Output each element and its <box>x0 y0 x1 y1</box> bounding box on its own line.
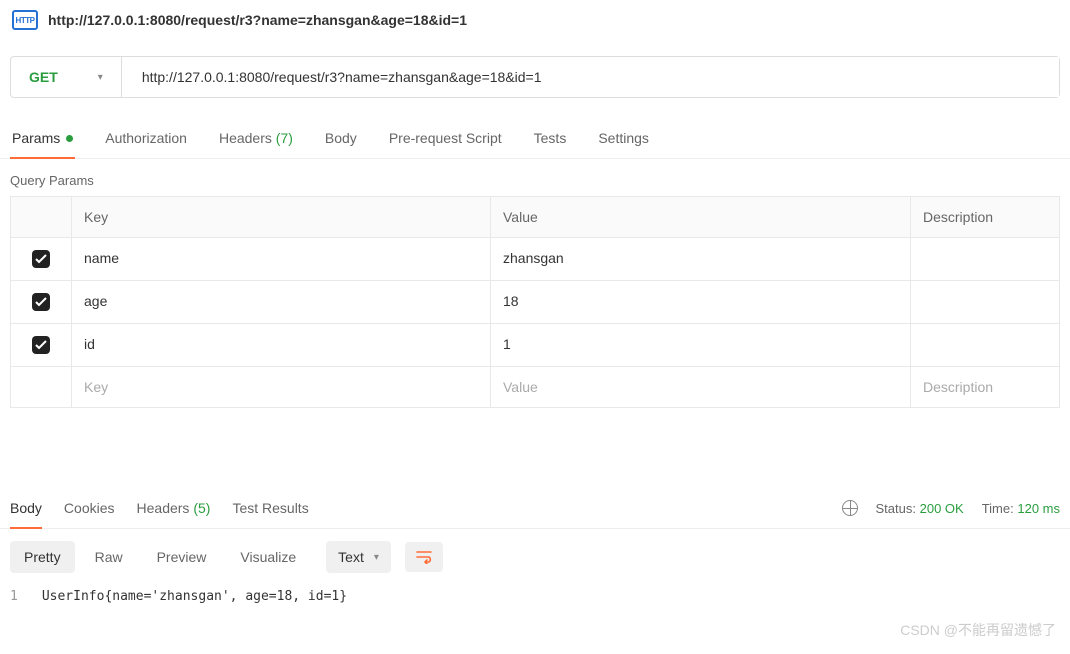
param-value[interactable]: zhansgan <box>491 238 911 280</box>
http-icon: HTTP <box>12 10 38 30</box>
response-tabs: Body Cookies Headers (5) Test Results <box>10 488 309 528</box>
body-toolbar: Pretty Raw Preview Visualize Text ▾ <box>0 529 1070 585</box>
response-content: UserInfo{name='zhansgan', age=18, id=1} <box>42 589 347 604</box>
format-select[interactable]: Text ▾ <box>326 541 391 573</box>
col-check-header <box>11 197 71 237</box>
query-params-label: Query Params <box>0 159 1070 196</box>
row-check[interactable] <box>11 324 71 366</box>
checkbox-checked-icon <box>32 293 50 311</box>
watermark: CSDN @不能再留遗憾了 <box>900 620 1056 640</box>
param-desc[interactable] <box>911 238 1059 280</box>
checkbox-checked-icon <box>32 336 50 354</box>
view-visualize[interactable]: Visualize <box>226 541 310 573</box>
chevron-down-icon: ▾ <box>374 552 379 563</box>
response-tab-headers[interactable]: Headers (5) <box>137 488 211 528</box>
table-row-new: Key Value Description <box>11 367 1059 408</box>
view-preview[interactable]: Preview <box>143 541 221 573</box>
view-raw[interactable]: Raw <box>81 541 137 573</box>
param-key-placeholder[interactable]: Key <box>71 367 491 407</box>
response-body[interactable]: 1 UserInfo{name='zhansgan', age=18, id=1… <box>0 585 1070 618</box>
request-title-text: http://127.0.0.1:8080/request/r3?name=zh… <box>48 12 467 28</box>
tab-tests[interactable]: Tests <box>532 118 569 158</box>
row-check-empty <box>11 367 71 407</box>
tab-authorization[interactable]: Authorization <box>103 118 189 158</box>
tab-params[interactable]: Params <box>10 118 75 158</box>
tab-headers[interactable]: Headers (7) <box>217 118 295 158</box>
param-desc[interactable] <box>911 281 1059 323</box>
wrap-lines-button[interactable] <box>405 542 443 572</box>
param-value[interactable]: 1 <box>491 324 911 366</box>
response-tab-body[interactable]: Body <box>10 488 42 528</box>
row-check[interactable] <box>11 281 71 323</box>
status-meta[interactable]: Status: 200 OK <box>876 501 964 516</box>
status-label: Status: <box>876 501 916 516</box>
col-value-header: Value <box>491 197 911 237</box>
globe-icon[interactable] <box>842 500 858 516</box>
time-label: Time: <box>982 501 1014 516</box>
row-check[interactable] <box>11 238 71 280</box>
request-bar: GET ▾ <box>10 56 1060 98</box>
param-desc-placeholder[interactable]: Description <box>911 367 1059 407</box>
request-tab-title[interactable]: HTTP http://127.0.0.1:8080/request/r3?na… <box>0 0 1070 40</box>
params-table-header: Key Value Description <box>11 197 1059 238</box>
param-value[interactable]: 18 <box>491 281 911 323</box>
checkbox-checked-icon <box>32 250 50 268</box>
response-tab-cookies[interactable]: Cookies <box>64 488 115 528</box>
param-desc[interactable] <box>911 324 1059 366</box>
param-key[interactable]: id <box>71 324 491 366</box>
request-tabs: Params Authorization Headers (7) Body Pr… <box>0 118 1070 159</box>
param-value-placeholder[interactable]: Value <box>491 367 911 407</box>
response-tab-testresults[interactable]: Test Results <box>232 488 308 528</box>
param-key[interactable]: age <box>71 281 491 323</box>
col-desc-header: Description <box>911 197 1059 237</box>
chevron-down-icon: ▾ <box>98 72 103 83</box>
response-meta: Status: 200 OK Time: 120 ms <box>842 500 1060 516</box>
response-headers-count: (5) <box>193 500 210 516</box>
response-tabs-row: Body Cookies Headers (5) Test Results St… <box>0 488 1070 529</box>
headers-count: (7) <box>276 130 293 146</box>
param-key[interactable]: name <box>71 238 491 280</box>
view-pretty[interactable]: Pretty <box>10 541 75 573</box>
line-number: 1 <box>10 589 42 604</box>
method-select[interactable]: GET ▾ <box>11 57 122 97</box>
time-meta[interactable]: Time: 120 ms <box>982 501 1060 516</box>
params-indicator-dot <box>66 135 73 142</box>
params-table: Key Value Description name zhansgan age … <box>10 196 1060 408</box>
tab-settings[interactable]: Settings <box>596 118 651 158</box>
tab-label: Headers <box>219 130 272 146</box>
table-row: name zhansgan <box>11 238 1059 281</box>
time-value: 120 ms <box>1017 501 1060 516</box>
status-value: 200 OK <box>920 501 964 516</box>
tab-body[interactable]: Body <box>323 118 359 158</box>
tab-label: Headers <box>137 500 190 516</box>
table-row: age 18 <box>11 281 1059 324</box>
format-label: Text <box>338 549 364 565</box>
table-row: id 1 <box>11 324 1059 367</box>
wrap-icon <box>415 550 433 564</box>
tab-label: Params <box>12 130 60 146</box>
col-key-header: Key <box>71 197 491 237</box>
method-label: GET <box>29 69 58 85</box>
tab-prerequest[interactable]: Pre-request Script <box>387 118 504 158</box>
url-input[interactable] <box>122 57 1059 97</box>
